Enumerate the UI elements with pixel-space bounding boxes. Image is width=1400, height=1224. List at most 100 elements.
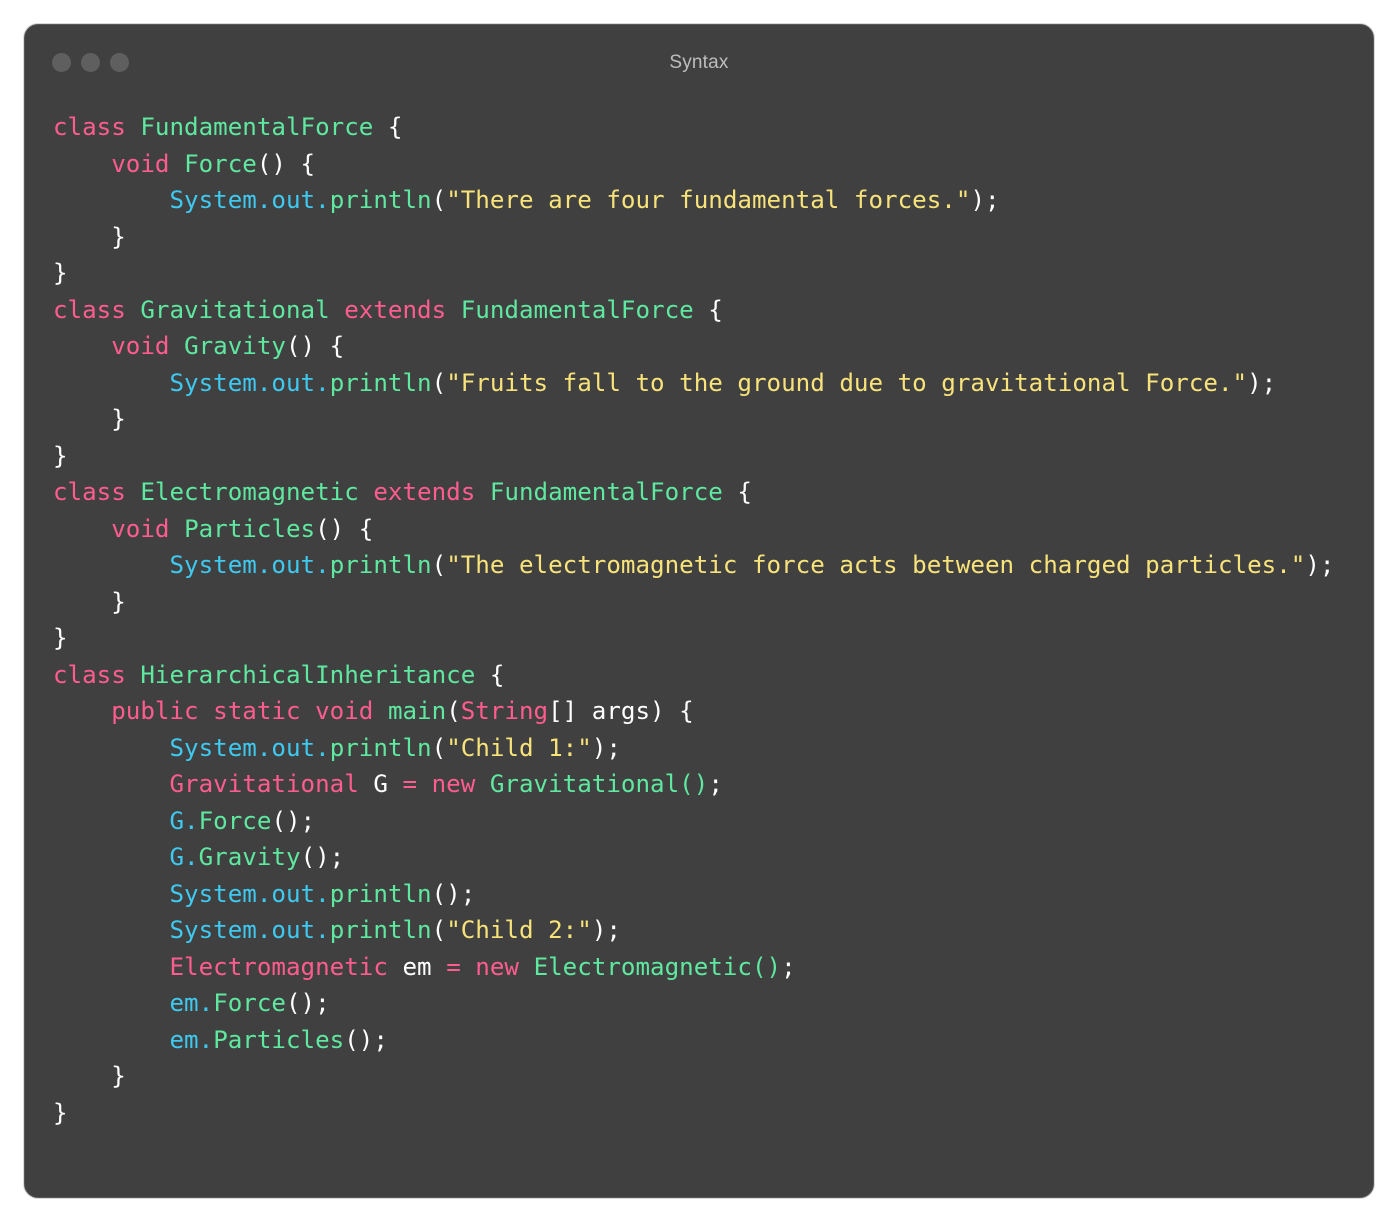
code-token: Force xyxy=(184,149,257,178)
code-token: FundamentalForce xyxy=(460,295,694,324)
code-token: Gravitational() xyxy=(489,770,709,798)
code-token: em. xyxy=(169,1025,214,1054)
code-token: class xyxy=(53,660,141,689)
code-token: public static void xyxy=(111,697,388,725)
code-token: (); xyxy=(300,843,345,871)
code-token: = new xyxy=(446,952,534,981)
code-token: ( xyxy=(431,368,447,397)
code-line: } xyxy=(53,401,1334,438)
code-token: } xyxy=(53,1098,68,1127)
code-token: ; xyxy=(781,952,796,981)
code-line: System.out.println(); xyxy=(53,876,1334,913)
code-token: [] args) { xyxy=(548,697,694,725)
code-line: Gravitational G = new Gravitational(); xyxy=(53,766,1334,803)
code-token: Force xyxy=(213,989,286,1017)
code-line: } xyxy=(53,1095,1334,1132)
code-token: System.out. xyxy=(169,551,330,579)
code-token: em xyxy=(402,952,447,981)
code-block: class FundamentalForce { void Force() { … xyxy=(53,109,1334,1131)
code-line: } xyxy=(53,219,1334,256)
code-line: System.out.println("Child 1:"); xyxy=(53,730,1334,767)
code-token: extends xyxy=(344,295,461,324)
code-token: Gravity xyxy=(184,332,286,360)
code-token: () { xyxy=(256,149,316,178)
code-token: em. xyxy=(169,989,214,1017)
code-token: System.out. xyxy=(169,879,330,908)
code-token: () { xyxy=(315,514,374,543)
code-token: Particles xyxy=(184,514,316,543)
code-token: String xyxy=(460,697,549,725)
code-line: } xyxy=(53,255,1334,292)
code-token: { xyxy=(475,660,505,689)
code-line: class Electromagnetic extends Fundamenta… xyxy=(53,474,1334,511)
code-token: { xyxy=(373,113,403,141)
code-line: em.Force(); xyxy=(53,985,1334,1022)
code-line: } xyxy=(53,584,1334,621)
code-token: Electromagnetic() xyxy=(533,952,782,981)
code-token: main xyxy=(387,697,447,725)
code-line: void Particles() { xyxy=(53,511,1334,548)
code-line: Electromagnetic em = new Electromagnetic… xyxy=(53,949,1334,986)
code-line: } xyxy=(53,1058,1334,1095)
code-token: Particles xyxy=(213,1025,345,1054)
code-line: System.out.println("There are four funda… xyxy=(53,182,1334,219)
code-token: () { xyxy=(286,332,345,360)
code-token: println xyxy=(329,879,432,908)
code-token: (); xyxy=(286,989,330,1017)
code-token: Gravity xyxy=(198,843,301,871)
code-token: FundamentalForce xyxy=(489,478,723,506)
code-token: ); xyxy=(970,186,1000,214)
code-token: println xyxy=(329,733,432,762)
code-token: class xyxy=(53,295,141,324)
code-token: System.out. xyxy=(169,733,330,762)
code-token: Gravitational xyxy=(140,295,345,324)
code-token: ( xyxy=(431,551,447,579)
code-token: ( xyxy=(431,733,447,762)
code-token: "The electromagnetic force acts between … xyxy=(446,551,1306,579)
code-line: class HierarchicalInheritance { xyxy=(53,657,1334,694)
code-token: G xyxy=(373,770,403,798)
code-token: FundamentalForce xyxy=(140,113,374,141)
code-line: System.out.println("Fruits fall to the g… xyxy=(53,365,1334,402)
code-token: Electromagnetic xyxy=(140,478,374,506)
code-token: class xyxy=(53,478,141,506)
code-line: } xyxy=(53,438,1334,475)
code-token: ( xyxy=(431,916,447,944)
code-token: ( xyxy=(446,697,461,725)
code-line: class FundamentalForce { xyxy=(53,109,1334,146)
code-line: System.out.println("The electromagnetic … xyxy=(53,547,1335,584)
code-token: ); xyxy=(1305,551,1335,579)
code-token: System.out. xyxy=(169,916,330,944)
code-token: "Child 1:" xyxy=(446,733,592,762)
window-title: Syntax xyxy=(669,52,729,73)
code-token: = new xyxy=(402,770,490,798)
code-window: Syntax class FundamentalForce { void For… xyxy=(24,24,1374,1198)
code-token: "There are four fundamental forces." xyxy=(446,186,971,214)
code-token: ); xyxy=(591,733,621,762)
code-token: ); xyxy=(591,916,621,944)
title-bar: Syntax xyxy=(25,25,1373,101)
code-token: G. xyxy=(169,843,199,871)
code-token: Force xyxy=(198,806,272,835)
code-line: System.out.println("Child 2:"); xyxy=(53,912,1334,949)
code-token: void xyxy=(111,514,185,543)
code-token: ); xyxy=(1247,368,1277,397)
code-token: HierarchicalInheritance xyxy=(140,660,476,689)
code-token: "Child 2:" xyxy=(446,916,592,944)
code-token: } xyxy=(53,1062,126,1090)
